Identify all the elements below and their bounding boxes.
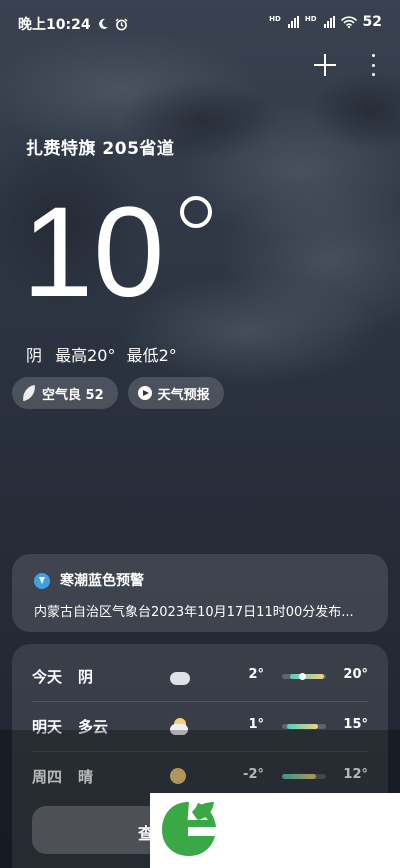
- alert-description: 内蒙古自治区气象台2023年10月17日11时00分发布...: [34, 605, 354, 620]
- forecast-low: 2°: [248, 667, 264, 682]
- status-time: 晚上10:24: [18, 17, 91, 33]
- current-temp-marker: [298, 673, 306, 680]
- top-actions: [314, 54, 376, 76]
- location-title: 扎赉特旗 205省道: [26, 139, 175, 159]
- high-temp: 最高20°: [55, 346, 116, 365]
- forecast-condition: 阴: [78, 668, 94, 686]
- status-right: HD HD 52: [269, 14, 382, 30]
- temp-range-bar: [282, 724, 326, 729]
- battery-level: 52: [362, 14, 382, 30]
- hd-label-1: HD: [269, 14, 281, 23]
- info-pills: 空气良 52 天气预报: [12, 377, 224, 409]
- temp-range-fill: [289, 674, 325, 679]
- hd-label-2: HD: [304, 14, 317, 23]
- add-city-button[interactable]: [314, 54, 336, 76]
- alert-icon: [34, 573, 50, 589]
- alert-title: 寒潮蓝色预警: [60, 573, 144, 589]
- forecast-high: 20°: [343, 667, 368, 682]
- cloud-icon: [170, 672, 190, 685]
- more-menu-button[interactable]: [370, 54, 376, 76]
- current-condition: 阴: [26, 346, 43, 365]
- forecast-video-pill[interactable]: 天气预报: [127, 377, 224, 409]
- signal-icon-2: [323, 16, 335, 28]
- temp-range-fill: [287, 724, 319, 729]
- moon-icon: [98, 18, 108, 29]
- forecast-video-label: 天气预报: [157, 387, 210, 403]
- degree-icon: [180, 196, 212, 228]
- leaf-logo-icon: [162, 802, 216, 856]
- temp-range-bar: [282, 673, 326, 680]
- signal-icon-1: [287, 16, 299, 28]
- air-quality-pill[interactable]: 空气良 52: [12, 377, 118, 409]
- forecast-day: 今天: [32, 668, 63, 686]
- status-bar: 晚上10:24 HD HD 52: [0, 0, 400, 46]
- weather-summary: 阴 最高20° 最低2°: [26, 342, 177, 366]
- status-left: 晚上10:24: [18, 14, 128, 34]
- forecast-row-0[interactable]: 今天 阴 2° 20°: [12, 650, 388, 702]
- weather-alert-card[interactable]: 寒潮蓝色预警 内蒙古自治区气象台2023年10月17日11时00分发布...: [12, 554, 388, 632]
- low-temp: 最低2°: [126, 346, 177, 365]
- air-quality-label: 空气良 52: [42, 387, 104, 403]
- wifi-icon: [340, 16, 357, 28]
- current-temperature: 10: [22, 181, 165, 324]
- alarm-icon: [115, 18, 128, 30]
- leaf-icon: [20, 384, 38, 402]
- play-icon: [137, 386, 152, 400]
